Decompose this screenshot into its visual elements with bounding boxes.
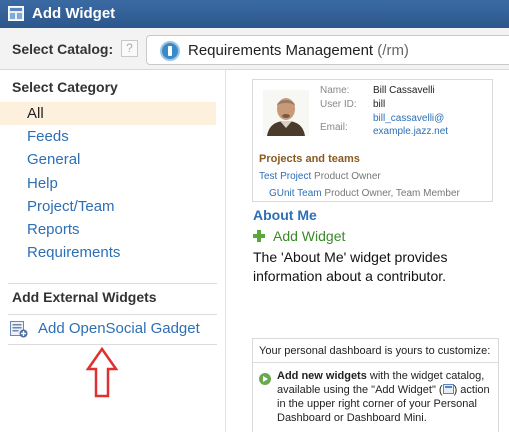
project-role: Product Owner bbox=[314, 171, 381, 182]
user-photo bbox=[263, 90, 309, 136]
project-row: Test Project Product Owner bbox=[259, 171, 381, 182]
email-key: Email: bbox=[320, 122, 348, 133]
project-role: Product Owner, Team Member bbox=[324, 188, 460, 199]
category-item-all[interactable]: All bbox=[0, 102, 216, 125]
catalog-icon bbox=[160, 41, 180, 61]
projects-heading: Projects and teams bbox=[259, 153, 360, 165]
title-bar: Add Widget bbox=[0, 0, 509, 28]
window-title: Add Widget bbox=[32, 5, 116, 22]
dashboard-help-text: Add new widgets with the widget catalog,… bbox=[277, 369, 495, 425]
email-value-line2: example.jazz.net bbox=[373, 126, 449, 137]
add-widget-icon bbox=[8, 6, 24, 21]
catalog-select[interactable]: Requirements Management (/rm) bbox=[146, 35, 509, 65]
category-item-general[interactable]: General bbox=[0, 148, 216, 171]
catalog-path: (/rm) bbox=[377, 42, 409, 59]
dashboard-help-bold: Add new widgets bbox=[277, 370, 367, 382]
add-opensocial-gadget-link[interactable]: Add OpenSocial Gadget bbox=[38, 320, 200, 337]
divider bbox=[8, 344, 217, 345]
arrow-right-icon bbox=[259, 373, 271, 385]
catalog-name: Requirements Management bbox=[188, 42, 374, 59]
project-row: GUnit Team Product Owner, Team Member bbox=[269, 188, 460, 199]
add-widget-dialog: Add Widget Select Catalog: ? Requirement… bbox=[0, 0, 509, 432]
add-widget-icon bbox=[442, 384, 454, 394]
category-item-reports[interactable]: Reports bbox=[0, 218, 216, 241]
plus-icon bbox=[253, 230, 265, 242]
external-widgets-heading: Add External Widgets bbox=[12, 289, 157, 305]
widget-title: About Me bbox=[253, 207, 317, 223]
name-key: Name: bbox=[320, 85, 350, 96]
category-item-help[interactable]: Help bbox=[0, 172, 216, 195]
select-category-heading: Select Category bbox=[12, 79, 118, 95]
category-item-feeds[interactable]: Feeds bbox=[0, 125, 216, 148]
project-name: Test Project bbox=[259, 171, 312, 182]
email-value-line1: bill_cassavelli@ bbox=[373, 113, 445, 124]
gadget-icon bbox=[10, 321, 28, 338]
dashboard-help-preview: Your personal dashboard is yours to cust… bbox=[252, 338, 499, 432]
catalog-selected-value: Requirements Management (/rm) bbox=[188, 42, 409, 59]
category-panel: Select Category All Feeds General Help P… bbox=[0, 70, 226, 432]
widget-description: The 'About Me' widget provides informati… bbox=[253, 249, 448, 284]
annotation-arrow-icon bbox=[86, 347, 118, 398]
userid-value: bill bbox=[373, 99, 386, 110]
select-catalog-label: Select Catalog: bbox=[12, 41, 114, 57]
help-icon[interactable]: ? bbox=[121, 40, 138, 57]
name-value: Bill Cassavelli bbox=[373, 85, 435, 96]
widget-preview-panel: Name: Bill Cassavelli User ID: bill bill… bbox=[227, 70, 509, 432]
project-name: GUnit Team bbox=[269, 188, 322, 199]
dashboard-help-title: Your personal dashboard is yours to cust… bbox=[259, 345, 491, 357]
catalog-bar: Select Catalog: ? Requirements Managemen… bbox=[0, 28, 509, 70]
category-item-project-team[interactable]: Project/Team bbox=[0, 195, 216, 218]
add-widget-link[interactable]: Add Widget bbox=[273, 228, 345, 244]
userid-key: User ID: bbox=[320, 99, 357, 110]
category-item-requirements[interactable]: Requirements bbox=[0, 241, 216, 264]
widget-preview-image: Name: Bill Cassavelli User ID: bill bill… bbox=[252, 79, 493, 202]
divider bbox=[8, 314, 217, 315]
divider bbox=[253, 362, 498, 363]
divider bbox=[8, 283, 217, 284]
